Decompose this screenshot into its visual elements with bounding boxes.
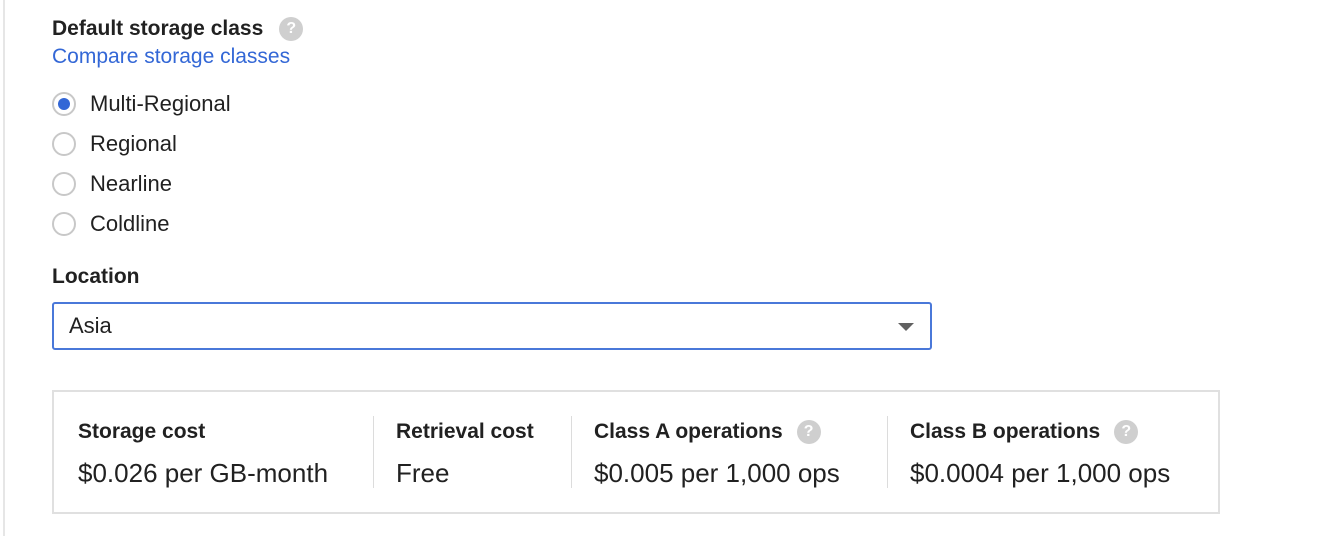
cost-summary-panel: Storage cost $0.026 per GB-month Retriev… [52, 390, 1220, 514]
radio-option-regional[interactable]: Regional [52, 124, 231, 164]
location-select-value: Asia [69, 313, 112, 338]
radio-option-multi-regional[interactable]: Multi-Regional [52, 84, 231, 124]
column-divider [571, 416, 572, 488]
storage-cost-value: $0.026 per GB-month [78, 458, 329, 488]
radio-button-selected[interactable] [52, 92, 76, 116]
radio-option-coldline[interactable]: Coldline [52, 204, 231, 244]
class-b-operations-value: $0.0004 per 1,000 ops [910, 458, 1171, 488]
help-icon[interactable]: ? [279, 17, 304, 41]
retrieval-cost-title: Retrieval cost [396, 420, 534, 443]
cost-title: Class A operations ? [594, 420, 821, 444]
radio-label: Coldline [90, 211, 170, 236]
radio-option-nearline[interactable]: Nearline [52, 164, 231, 204]
radio-label: Regional [90, 131, 177, 156]
column-divider [887, 416, 888, 488]
class-b-operations-title: Class B operations [910, 420, 1101, 443]
compare-storage-classes-link[interactable]: Compare storage classes [52, 45, 290, 69]
dropdown-arrow-icon[interactable] [898, 323, 914, 331]
left-divider [3, 0, 5, 536]
help-icon[interactable]: ? [796, 420, 821, 444]
cost-title: Storage cost [78, 420, 205, 444]
radio-button[interactable] [52, 212, 76, 236]
help-icon[interactable]: ? [1114, 420, 1139, 444]
storage-cost-title: Storage cost [78, 420, 206, 443]
retrieval-cost-value: Free [396, 458, 450, 488]
radio-button[interactable] [52, 172, 76, 196]
storage-class-heading: Default storage class ? [52, 17, 304, 41]
location-label: Location [52, 265, 140, 288]
class-a-operations-value: $0.005 per 1,000 ops [594, 458, 840, 488]
radio-label: Nearline [90, 171, 172, 196]
class-a-operations-title: Class A operations [594, 420, 783, 443]
column-divider [373, 416, 374, 488]
storage-class-title: Default storage class [52, 17, 264, 40]
storage-class-radio-group: Multi-Regional Regional Nearline Coldlin… [52, 84, 231, 244]
radio-button[interactable] [52, 132, 76, 156]
location-select[interactable]: Asia [52, 302, 932, 350]
cost-title: Class B operations ? [910, 420, 1139, 444]
radio-label: Multi-Regional [90, 91, 231, 116]
cost-title: Retrieval cost [396, 420, 534, 444]
